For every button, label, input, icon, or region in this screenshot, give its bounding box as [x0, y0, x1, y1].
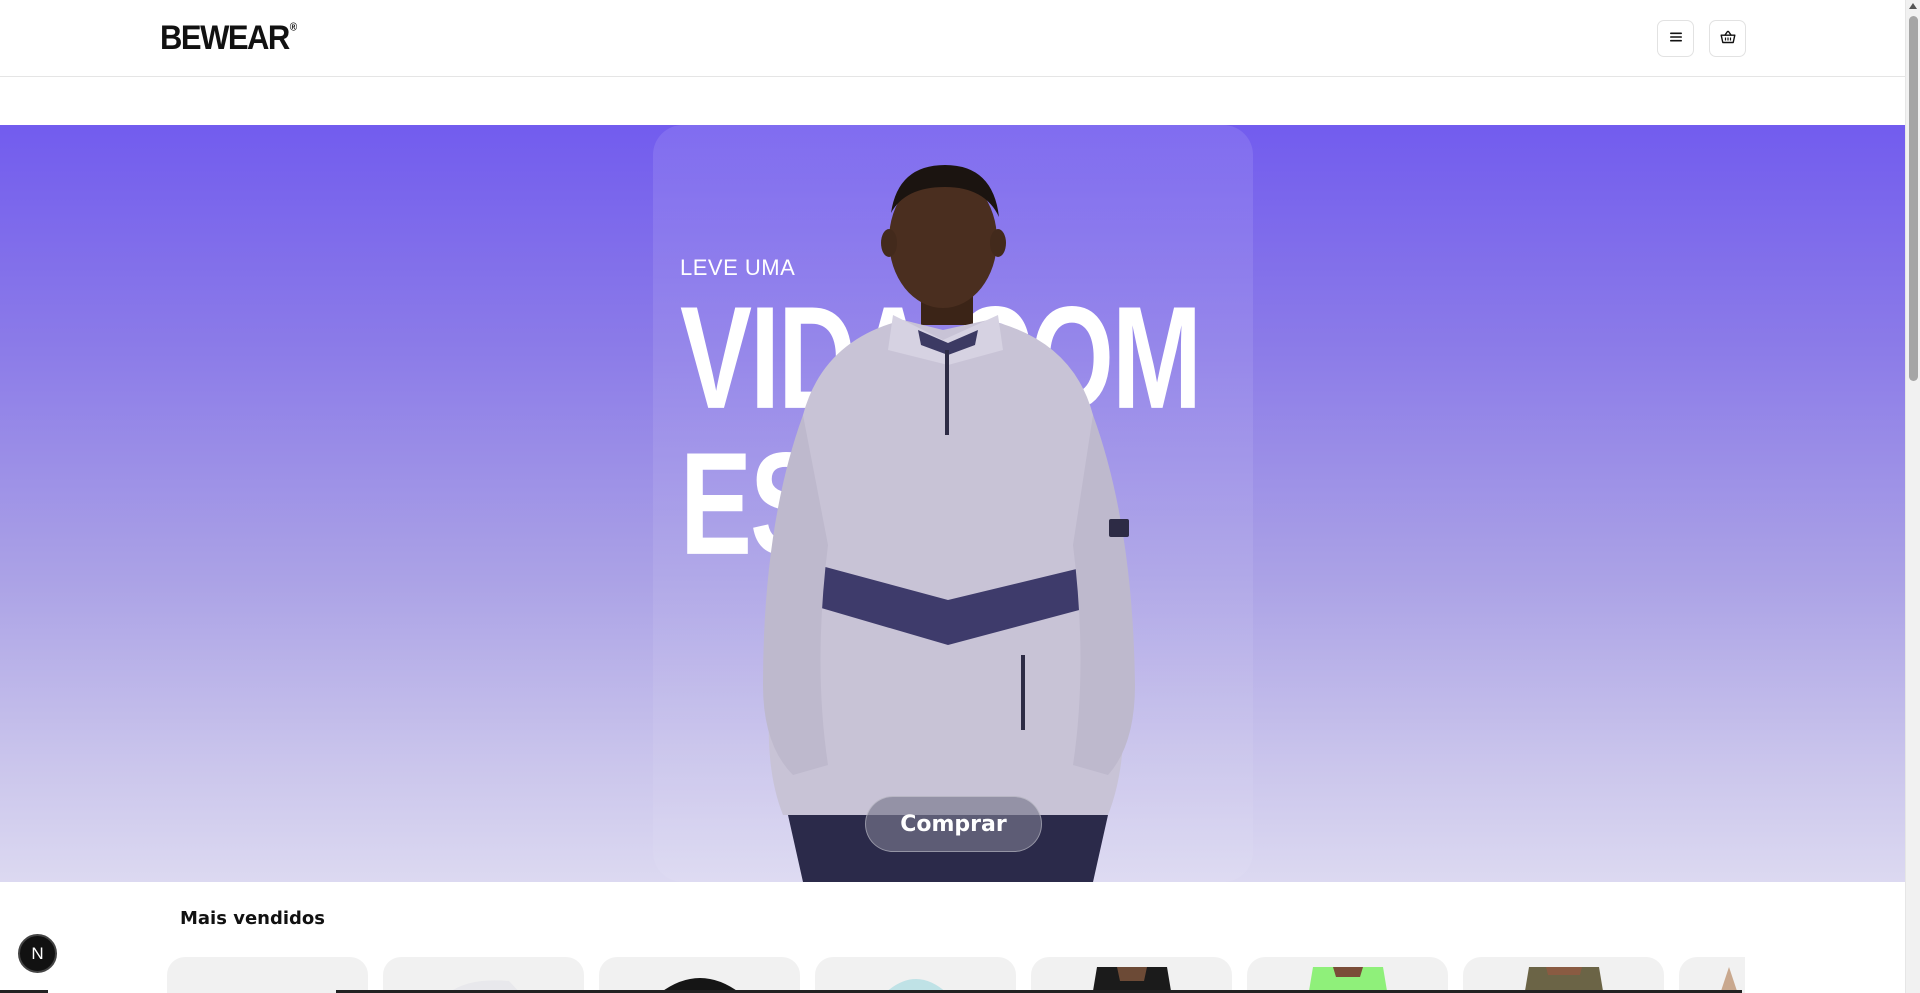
product-card[interactable] [815, 957, 1016, 993]
hero-model-image [763, 165, 1135, 882]
product-card[interactable] [1031, 957, 1232, 993]
product-card[interactable] [1463, 957, 1664, 993]
page: BEWEAR® LEVE UMA VIDA COM Comprar Mais v… [0, 0, 1905, 993]
next-badge-label: N [31, 943, 44, 963]
brand-logo[interactable]: BEWEAR® [160, 18, 297, 58]
best-sellers-title: Mais vendidos [180, 908, 325, 929]
scroll-up-arrow-icon[interactable] [1909, 3, 1917, 9]
best-sellers-carousel[interactable] [167, 957, 1745, 993]
hero-card: LEVE UMA VIDA COM ESTILO [653, 125, 1253, 882]
cart-button[interactable] [1709, 20, 1746, 57]
menu-button[interactable] [1657, 20, 1694, 57]
registered-mark: ® [289, 21, 297, 34]
brand-logo-text: BEWEAR [160, 18, 290, 57]
page-scrollbar[interactable] [1905, 0, 1920, 993]
hamburger-icon [1669, 31, 1683, 46]
site-header: BEWEAR® [0, 0, 1905, 77]
product-card[interactable] [1247, 957, 1448, 993]
product-card[interactable] [167, 957, 368, 993]
product-card[interactable] [1679, 957, 1745, 993]
product-card[interactable] [599, 957, 800, 993]
basket-icon [1720, 30, 1736, 47]
product-card[interactable] [383, 957, 584, 993]
shop-now-button[interactable]: Comprar [865, 796, 1042, 852]
scroll-thumb[interactable] [1909, 16, 1918, 381]
hero-banner: LEVE UMA VIDA COM ESTILO [0, 125, 1905, 882]
next-dev-badge[interactable]: N [18, 934, 57, 973]
